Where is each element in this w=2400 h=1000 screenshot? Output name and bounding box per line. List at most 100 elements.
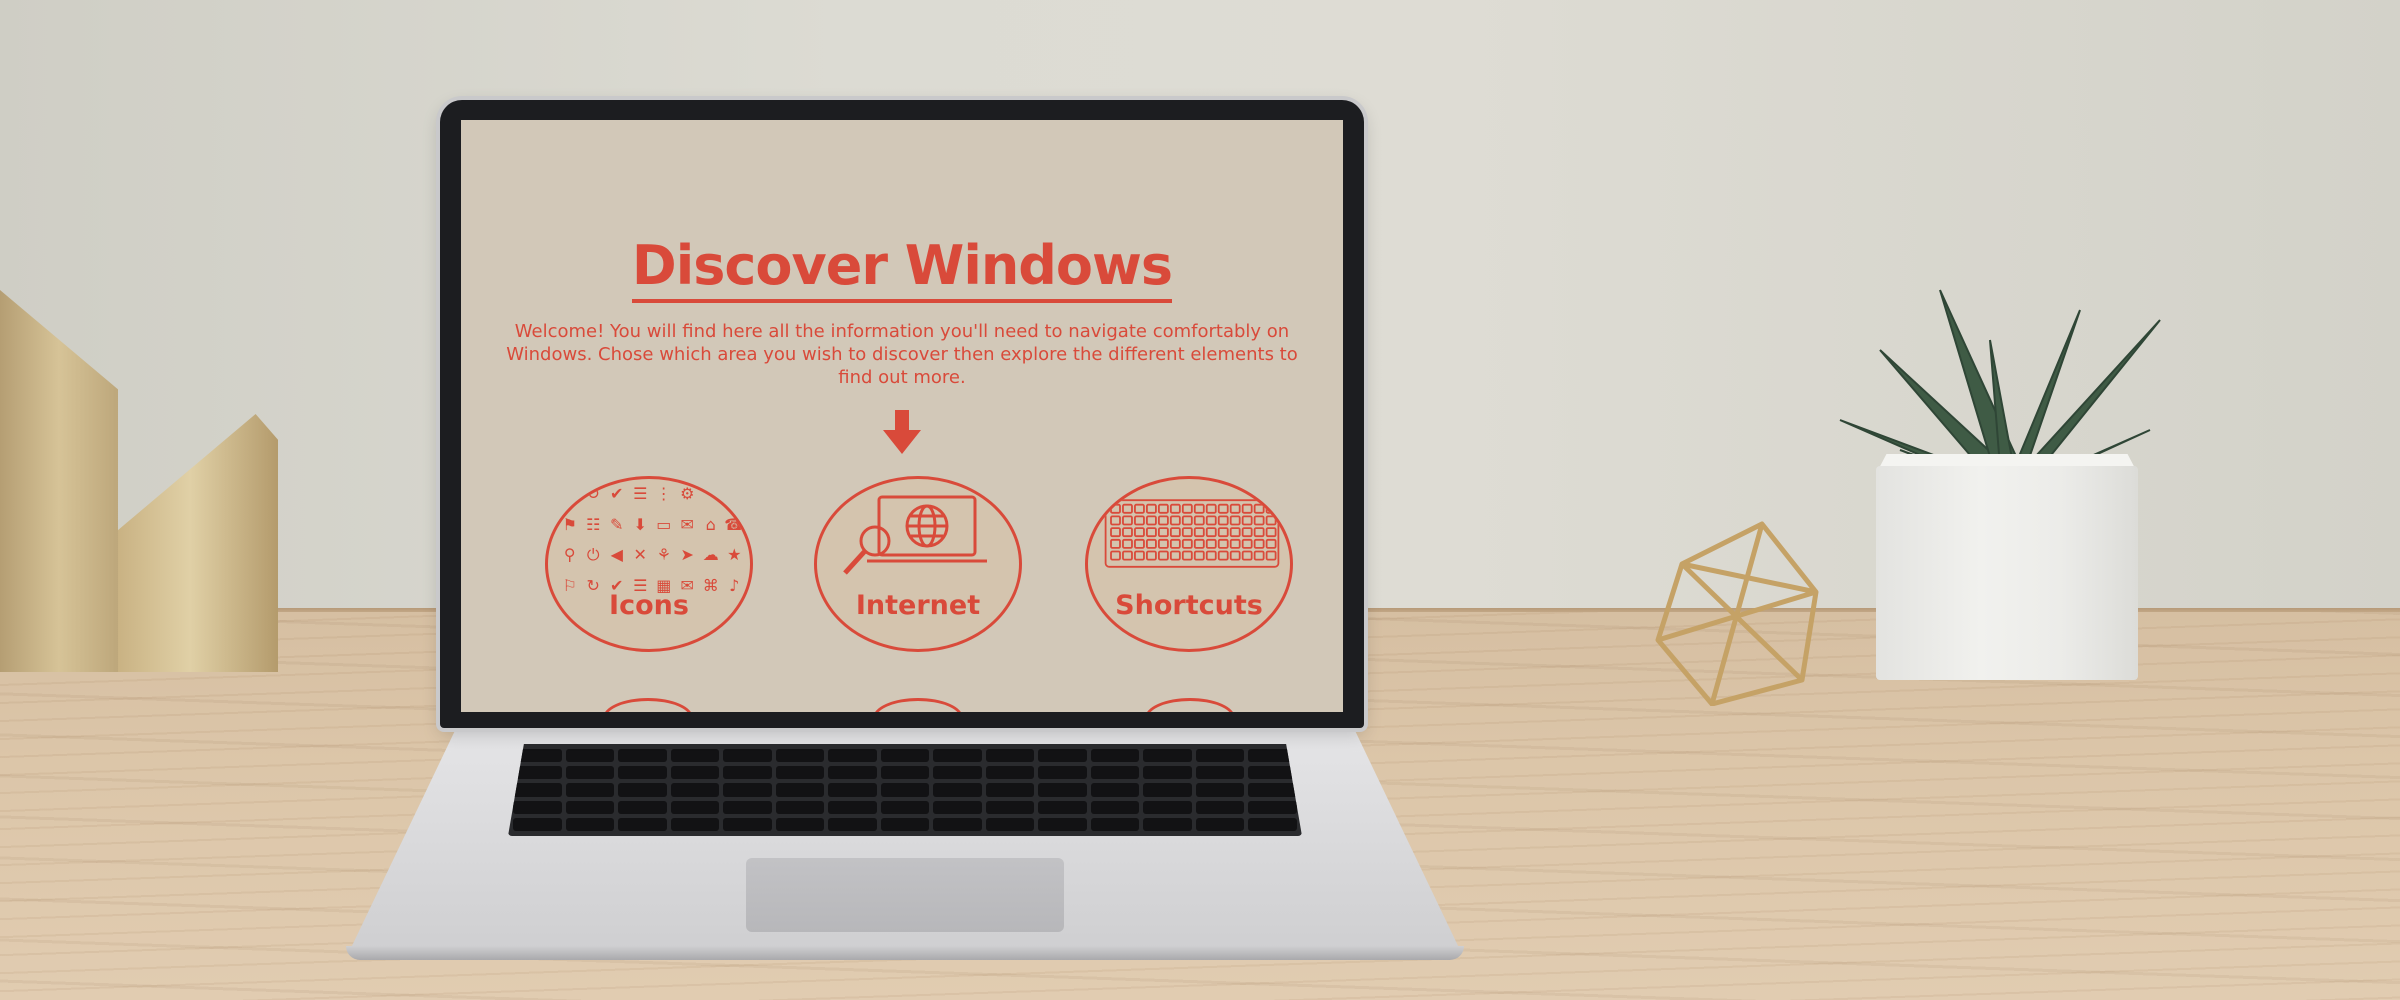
keyboard-icon-key: [1229, 538, 1241, 549]
laptop-key: [880, 817, 930, 831]
keyboard-icon-key: [1229, 527, 1241, 538]
laptop-key: [828, 800, 877, 814]
laptop-screen: Discover Windows Welcome! You will find …: [461, 120, 1343, 712]
laptop-key: [1248, 766, 1297, 780]
next-card-partial[interactable]: [873, 698, 963, 712]
laptop-key: [1090, 817, 1140, 831]
laptop-key: [1195, 800, 1245, 814]
laptop-key: [1195, 817, 1245, 831]
keyboard-icon-key: [1181, 503, 1193, 514]
laptop-key: [1090, 783, 1140, 797]
laptop-key: [565, 817, 615, 831]
laptop-key: [775, 800, 825, 814]
intro-text: Welcome! You will find here all the info…: [506, 321, 1298, 388]
laptop-key: [933, 800, 982, 814]
keyboard-icon-key: [1110, 515, 1121, 526]
keyboard-icon-key: [1157, 550, 1169, 561]
laptop-key: [1090, 800, 1140, 814]
laptop-lip: [346, 946, 1464, 960]
keyboard-icon-key: [1181, 527, 1193, 538]
keyboard-icon-key: [1217, 527, 1229, 538]
keyboard-icon-key: [1217, 538, 1229, 549]
laptop-key: [1143, 749, 1192, 763]
keyboard-icon-key: [1134, 527, 1145, 538]
keyboard-icon-key: [1193, 527, 1205, 538]
keyboard-icon-key: [1146, 503, 1157, 514]
keyboard-icon-key: [1241, 527, 1253, 538]
keyboard-icon-key: [1241, 515, 1253, 526]
laptop-key: [513, 783, 562, 797]
keyboard-icon-key: [1193, 538, 1205, 549]
shortcuts-card-label: Shortcuts: [1115, 590, 1263, 621]
laptop-key: [828, 749, 877, 763]
keyboard-icon-key: [1110, 527, 1121, 538]
next-card-partial[interactable]: [603, 698, 693, 712]
laptop-key: [670, 749, 720, 763]
laptop-key: [828, 766, 877, 780]
keyboard-icon-key: [1181, 515, 1193, 526]
laptop-key: [775, 783, 825, 797]
keyboard-icon-key: [1229, 550, 1241, 561]
laptop-key: [670, 766, 720, 780]
laptop-key: [618, 766, 667, 780]
keyboard-icon-key: [1193, 503, 1205, 514]
keyboard-icon-key: [1169, 527, 1181, 538]
keyboard-icon-key: [1241, 550, 1253, 561]
keyboard-icon-key: [1205, 550, 1217, 561]
laptop-key: [775, 766, 825, 780]
shortcuts-card[interactable]: Shortcuts: [1085, 476, 1293, 652]
keyboard-icon-key: [1110, 538, 1121, 549]
laptop-key: [1090, 766, 1140, 780]
laptop-key: [985, 800, 1035, 814]
laptop-key: [1143, 800, 1192, 814]
keyboard-icon-key: [1253, 527, 1265, 538]
icons-card[interactable]: ⚲ ↻ ✔ ☰ ⋮ ⚙ ✎ 🗑 ⚑ ☷ ✎ ⬇ ▭ ✉ ⌂ ☎ ⚲ ⏻ ◀ ✕ ⚘ ➤ ☁ ★ ⚐ ↻ ✔ ☰ ▦ ✉ ⌘ ♪ Icon…: [545, 476, 753, 652]
keyboard-icon-key: [1229, 503, 1241, 514]
laptop-key: [1195, 766, 1245, 780]
laptop-key: [723, 817, 772, 831]
keyboard-icon-key: [1229, 515, 1241, 526]
laptop-key: [775, 817, 825, 831]
laptop-key: [880, 800, 930, 814]
laptop-key: [513, 766, 562, 780]
laptop-key: [1038, 766, 1087, 780]
internet-card[interactable]: Internet: [814, 476, 1022, 652]
laptop-key: [985, 766, 1035, 780]
keyboard-icon: [1104, 499, 1280, 568]
keyboard-icon-key: [1253, 538, 1265, 549]
keyboard-icon-key: [1169, 550, 1181, 561]
keyboard-icon-key: [1134, 538, 1145, 549]
keyboard-icon-key: [1217, 515, 1229, 526]
laptop-key: [933, 783, 982, 797]
keyboard-icon-key: [1146, 550, 1157, 561]
laptop-key: [723, 749, 772, 763]
next-card-partial[interactable]: [1145, 698, 1235, 712]
laptop-key: [775, 749, 825, 763]
laptop-keyboard: [508, 744, 1302, 836]
laptop-key: [1248, 800, 1297, 814]
keyboard-icon-key: [1265, 515, 1277, 526]
keyboard-icon-key: [1205, 515, 1217, 526]
keyboard-icon-key: [1122, 527, 1133, 538]
laptop-trackpad: [746, 858, 1064, 932]
keyboard-icon-key: [1134, 550, 1145, 561]
keyboard-icon-key: [1146, 515, 1157, 526]
keyboard-icon-key: [1205, 527, 1217, 538]
laptop-key: [1143, 783, 1192, 797]
keyboard-icon-key: [1193, 515, 1205, 526]
keyboard-icon-key: [1110, 503, 1121, 514]
laptop-key: [670, 783, 720, 797]
keyboard-icon-key: [1205, 538, 1217, 549]
keyboard-icon-key: [1157, 503, 1169, 514]
keyboard-icon-key: [1157, 538, 1169, 549]
laptop-key: [723, 766, 772, 780]
laptop-key: [828, 783, 877, 797]
keyboard-icon-key: [1253, 503, 1265, 514]
keyboard-icon-key: [1146, 527, 1157, 538]
laptop-key: [1248, 817, 1297, 831]
laptop-key: [985, 749, 1035, 763]
laptop-key: [1195, 749, 1245, 763]
laptop-globe-search-icon: [843, 495, 987, 575]
laptop-key: [880, 749, 930, 763]
laptop-key: [1143, 817, 1192, 831]
